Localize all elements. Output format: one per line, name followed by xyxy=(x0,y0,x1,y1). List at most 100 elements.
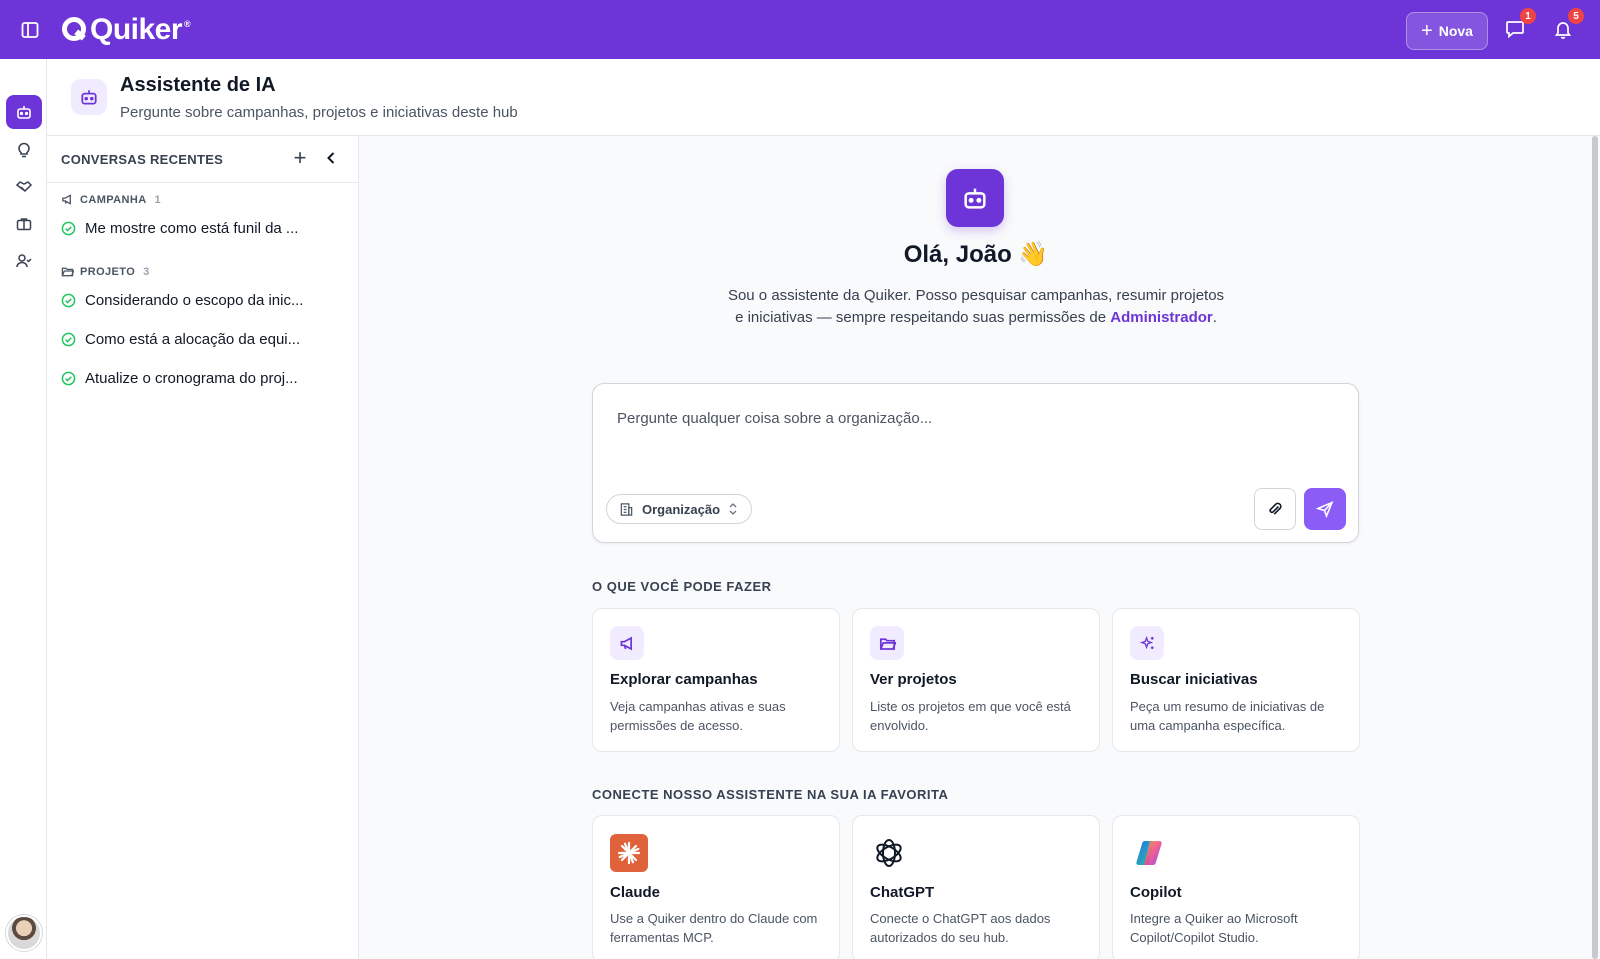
action-card-view-projects[interactable]: Ver projetos Liste os projetos em que vo… xyxy=(852,608,1100,752)
paperclip-icon xyxy=(1269,502,1282,515)
nav-ideas[interactable] xyxy=(6,133,42,167)
intro-end: . xyxy=(1212,309,1217,326)
folder-open-icon xyxy=(879,637,896,650)
card-title: ChatGPT xyxy=(870,884,935,901)
conversation-group-campanha: CAMPANHA 1 xyxy=(61,193,161,206)
check-circle-icon xyxy=(61,293,76,308)
assistant-avatar xyxy=(946,169,1004,227)
messages-button[interactable]: 1 xyxy=(1504,8,1536,40)
sparkles-icon xyxy=(1139,635,1154,649)
robot-icon xyxy=(964,188,986,209)
attach-button[interactable] xyxy=(1254,488,1296,530)
new-button[interactable]: + Nova xyxy=(1406,12,1488,50)
scope-select[interactable]: Organização xyxy=(606,494,752,524)
card-description: Integre a Quiker ao Microsoft Copilot/Co… xyxy=(1130,911,1298,945)
sidebar-toggle-icon[interactable] xyxy=(20,20,40,40)
briefcase-icon xyxy=(16,218,32,231)
group-count: 1 xyxy=(154,193,162,206)
action-card-explore-campaigns[interactable]: Explorar campanhas Veja campanhas ativas… xyxy=(592,608,840,752)
card-description: Conecte o ChatGPT aos dados autorizados … xyxy=(870,911,1051,945)
conversation-title: Atualize o cronograma do proj... xyxy=(85,370,298,387)
conversations-header: CONVERSAS RECENTES + xyxy=(47,136,358,183)
notifications-badge: 5 xyxy=(1568,8,1584,24)
chatgpt-logo-icon xyxy=(870,834,908,872)
prompt-input[interactable] xyxy=(617,410,1317,427)
brand-logo[interactable]: Quiker ® xyxy=(60,13,191,47)
scrollbar-thumb[interactable] xyxy=(1592,136,1598,959)
integration-card-claude[interactable]: Claude Use a Quiker dentro do Claude com… xyxy=(592,815,840,959)
new-button-label: Nova xyxy=(1438,23,1473,39)
conversation-title: Me mostre como está funil da ... xyxy=(85,220,299,237)
conversation-title: Considerando o escopo da inic... xyxy=(85,292,304,309)
check-circle-icon xyxy=(61,371,76,386)
top-bar: Quiker ® + Nova 1 5 xyxy=(0,0,1600,59)
conversation-title: Como está a alocação da equi... xyxy=(85,331,301,348)
card-description: Veja campanhas ativas e suas permissões … xyxy=(610,699,786,733)
conversation-item[interactable]: Considerando o escopo da inic... xyxy=(61,292,351,309)
conversation-item[interactable]: Me mostre como está funil da ... xyxy=(61,220,351,237)
user-avatar[interactable] xyxy=(6,915,42,951)
user-check-icon xyxy=(16,254,32,268)
integration-card-chatgpt[interactable]: ChatGPT Conecte o ChatGPT aos dados auto… xyxy=(852,815,1100,959)
group-count: 3 xyxy=(143,265,150,278)
check-circle-icon xyxy=(61,221,76,236)
brand-name: Quiker xyxy=(90,13,183,46)
header-robot-badge xyxy=(71,79,107,115)
actions-section-title: O QUE VOCÊ PODE FAZER xyxy=(592,579,772,594)
send-button[interactable] xyxy=(1304,488,1346,530)
claude-logo-icon xyxy=(610,834,648,872)
messages-badge: 1 xyxy=(1520,8,1536,24)
notifications-button[interactable]: 5 xyxy=(1552,8,1584,40)
handshake-icon xyxy=(15,181,33,192)
integration-card-copilot[interactable]: Copilot Integre a Quiker ao Microsoft Co… xyxy=(1112,815,1360,959)
left-nav-rail xyxy=(0,59,47,959)
card-title: Copilot xyxy=(1130,884,1182,901)
card-title: Claude xyxy=(610,884,661,901)
card-description: Use a Quiker dentro do Claude com ferram… xyxy=(610,911,818,945)
card-description: Peça um resumo de iniciativas de uma cam… xyxy=(1130,699,1325,733)
conversation-item[interactable]: Como está a alocação da equi... xyxy=(61,331,351,348)
prompt-box: Organização xyxy=(592,383,1359,543)
check-circle-icon xyxy=(61,332,76,347)
conversation-item[interactable]: Atualize o cronograma do proj... xyxy=(61,370,351,387)
greeting: Olá, João 👋 xyxy=(903,241,1049,268)
plus-icon: + xyxy=(1421,20,1433,42)
quiker-logo-icon xyxy=(62,17,86,41)
nav-ai-assistant[interactable] xyxy=(6,95,42,129)
copilot-logo-icon xyxy=(1130,834,1168,872)
conversation-group-projeto: PROJETO 3 xyxy=(61,265,150,278)
folder-open-icon xyxy=(61,267,74,277)
card-icon-badge xyxy=(610,626,644,660)
card-title: Explorar campanhas xyxy=(610,671,758,688)
robot-icon xyxy=(81,90,97,105)
permission-role: Administrador xyxy=(1110,309,1213,326)
main-scrollbar[interactable] xyxy=(1592,136,1598,959)
lightbulb-icon xyxy=(18,142,30,158)
chevron-left-icon[interactable] xyxy=(321,148,341,168)
group-label: CAMPANHA xyxy=(80,193,147,206)
card-icon-badge xyxy=(1130,626,1164,660)
card-icon-badge xyxy=(870,626,904,660)
integrations-section-title: CONECTE NOSSO ASSISTENTE NA SUA IA FAVOR… xyxy=(592,787,949,802)
page-header: Assistente de IA Pergunte sobre campanha… xyxy=(47,59,1600,136)
new-conversation-button[interactable]: + xyxy=(288,146,312,170)
nav-projects[interactable] xyxy=(6,207,42,241)
page-subtitle: Pergunte sobre campanhas, projetos e ini… xyxy=(120,104,518,121)
action-card-search-initiatives[interactable]: Buscar iniciativas Peça um resumo de ini… xyxy=(1112,608,1360,752)
send-icon xyxy=(1316,500,1334,518)
robot-icon xyxy=(17,106,31,119)
megaphone-icon xyxy=(620,636,632,650)
chevron-up-down-icon xyxy=(729,503,737,515)
page-title: Assistente de IA xyxy=(120,74,276,96)
scope-value: Organização xyxy=(642,501,721,517)
group-label: PROJETO xyxy=(80,265,136,278)
card-title: Ver projetos xyxy=(870,671,957,688)
card-title: Buscar iniciativas xyxy=(1130,671,1258,688)
nav-partnerships[interactable] xyxy=(6,170,42,204)
card-description: Liste os projetos em que você está envol… xyxy=(870,699,1071,733)
megaphone-icon xyxy=(62,194,71,205)
building-icon xyxy=(620,502,633,516)
nav-users[interactable] xyxy=(6,244,42,278)
recent-conversations-panel: CONVERSAS RECENTES + CAMPANHA 1 Me mostr… xyxy=(47,136,359,959)
brand-registered-mark: ® xyxy=(184,19,191,29)
